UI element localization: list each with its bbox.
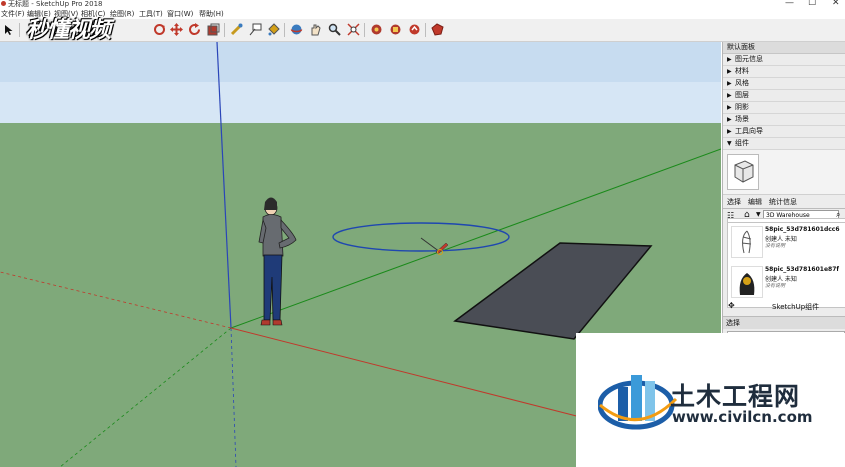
menu-window[interactable]: 窗口(W) [167, 9, 193, 19]
sketchup-app-icon [1, 1, 6, 6]
component-name: 58pic_53d781601dcc6 [765, 226, 840, 233]
component-results-list: 58pic_53d781601dcc6 创建人 未知 没有说明 58pic_53… [727, 222, 845, 308]
panel-title: 默认面板 [723, 42, 845, 54]
component-preview-area [723, 150, 845, 195]
scale-tool-icon[interactable] [206, 22, 221, 37]
menu-tools[interactable]: 工具(T) [139, 9, 163, 19]
menu-file[interactable]: 文件(F) [1, 9, 25, 19]
toolbar-separator [19, 23, 20, 37]
expand-triangle-icon: ▶ [727, 68, 732, 75]
tape-measure-icon[interactable] [229, 22, 244, 37]
component-thumbnail [731, 226, 763, 258]
select-section-label: 选择 [723, 316, 845, 329]
minimize-button[interactable]: — [785, 0, 794, 8]
tray-scenes[interactable]: ▶ 场景 [723, 114, 845, 126]
video-watermark-logo: 秒懂视频 [26, 17, 111, 43]
list-item[interactable]: 58pic_53d781601e87f 创建人 未知 没有说明 [728, 263, 845, 301]
tray-instructor[interactable]: ▶ 工具向导 [723, 126, 845, 138]
rotate-tool-icon[interactable] [152, 22, 167, 37]
expand-triangle-icon: ▶ [727, 56, 732, 63]
component-thumbnail [731, 266, 763, 298]
sky-gradient [0, 42, 721, 82]
text-tool-icon[interactable] [248, 22, 263, 37]
tray-layers[interactable]: ▶ 图层 [723, 90, 845, 102]
move-tool-icon[interactable] [169, 22, 184, 37]
component-preview-thumbnail [727, 154, 759, 190]
expand-triangle-icon: ▶ [727, 116, 732, 123]
close-button[interactable]: ✕ [832, 0, 840, 8]
tab-select[interactable]: 选择 [727, 197, 741, 207]
component-tabs: 选择 编辑 统计信息 [723, 195, 845, 209]
menu-help[interactable]: 帮助(H) [199, 9, 224, 19]
orbit-refresh-icon[interactable] [187, 22, 202, 37]
main-toolbar [0, 19, 845, 42]
list-item[interactable]: 58pic_53d781601dcc6 创建人 未知 没有说明 [728, 223, 845, 261]
window-title: 无标题 - SketchUp Pro 2018 [8, 0, 103, 8]
tab-statistics[interactable]: 统计信息 [769, 197, 797, 207]
sketchup-components-row[interactable]: ✥ SketchUp组件 [727, 301, 844, 313]
component-name: 58pic_53d781601e87f [765, 266, 839, 273]
sketchup-components-label: SketchUp组件 [772, 303, 820, 311]
component-description: 没有说明 [765, 243, 786, 249]
expand-triangle-icon: ▶ [727, 80, 732, 87]
navigation-dropdown-icon[interactable]: ▼ [756, 211, 761, 218]
toolbar-separator [224, 23, 225, 37]
collapse-triangle-icon: ▼ [727, 140, 732, 147]
building-logo-icon [598, 375, 678, 430]
component-description: 没有说明 [765, 283, 786, 289]
tray-materials[interactable]: ▶ 材料 [723, 66, 845, 78]
paint-bucket-icon[interactable] [266, 22, 281, 37]
expand-triangle-icon: ▶ [727, 104, 732, 111]
toolbar-separator [425, 23, 426, 37]
toolbar-separator [364, 23, 365, 37]
zoom-extents-icon[interactable] [346, 22, 361, 37]
select-arrow-icon[interactable] [1, 22, 16, 37]
tray-shadows[interactable]: ▶ 阴影 [723, 102, 845, 114]
menu-draw[interactable]: 绘图(R) [110, 9, 134, 19]
expand-triangle-icon: ▶ [727, 128, 732, 135]
tray-styles[interactable]: ▶ 风格 [723, 78, 845, 90]
maximize-button[interactable]: ☐ [808, 0, 816, 8]
title-bar: 无标题 - SketchUp Pro 2018 — ☐ ✕ [0, 0, 845, 9]
zoom-magnifier-icon[interactable] [327, 22, 342, 37]
extension-manager-icon[interactable] [430, 22, 445, 37]
pan-hand-icon[interactable] [308, 22, 323, 37]
share-model-icon[interactable] [407, 22, 422, 37]
extension-warehouse-icon[interactable] [388, 22, 403, 37]
tray-entity-info[interactable]: ▶ 图元信息 [723, 54, 845, 66]
orbit-tool-icon[interactable] [289, 22, 304, 37]
warehouse-icon[interactable] [369, 22, 384, 37]
site-logo-url: www.civilcn.com [672, 408, 813, 426]
tray-components[interactable]: ▼ 组件 [723, 138, 845, 150]
menu-bar: 文件(F) 编辑(E) 视图(V) 相机(C) 绘图(R) 工具(T) 窗口(W… [0, 9, 845, 19]
site-logo-overlay: 土木工程网 www.civilcn.com [576, 333, 845, 467]
tab-edit[interactable]: 编辑 [748, 197, 762, 207]
expand-triangle-icon: ▶ [727, 92, 732, 99]
add-icon: ✥ [728, 301, 735, 310]
toolbar-separator [284, 23, 285, 37]
